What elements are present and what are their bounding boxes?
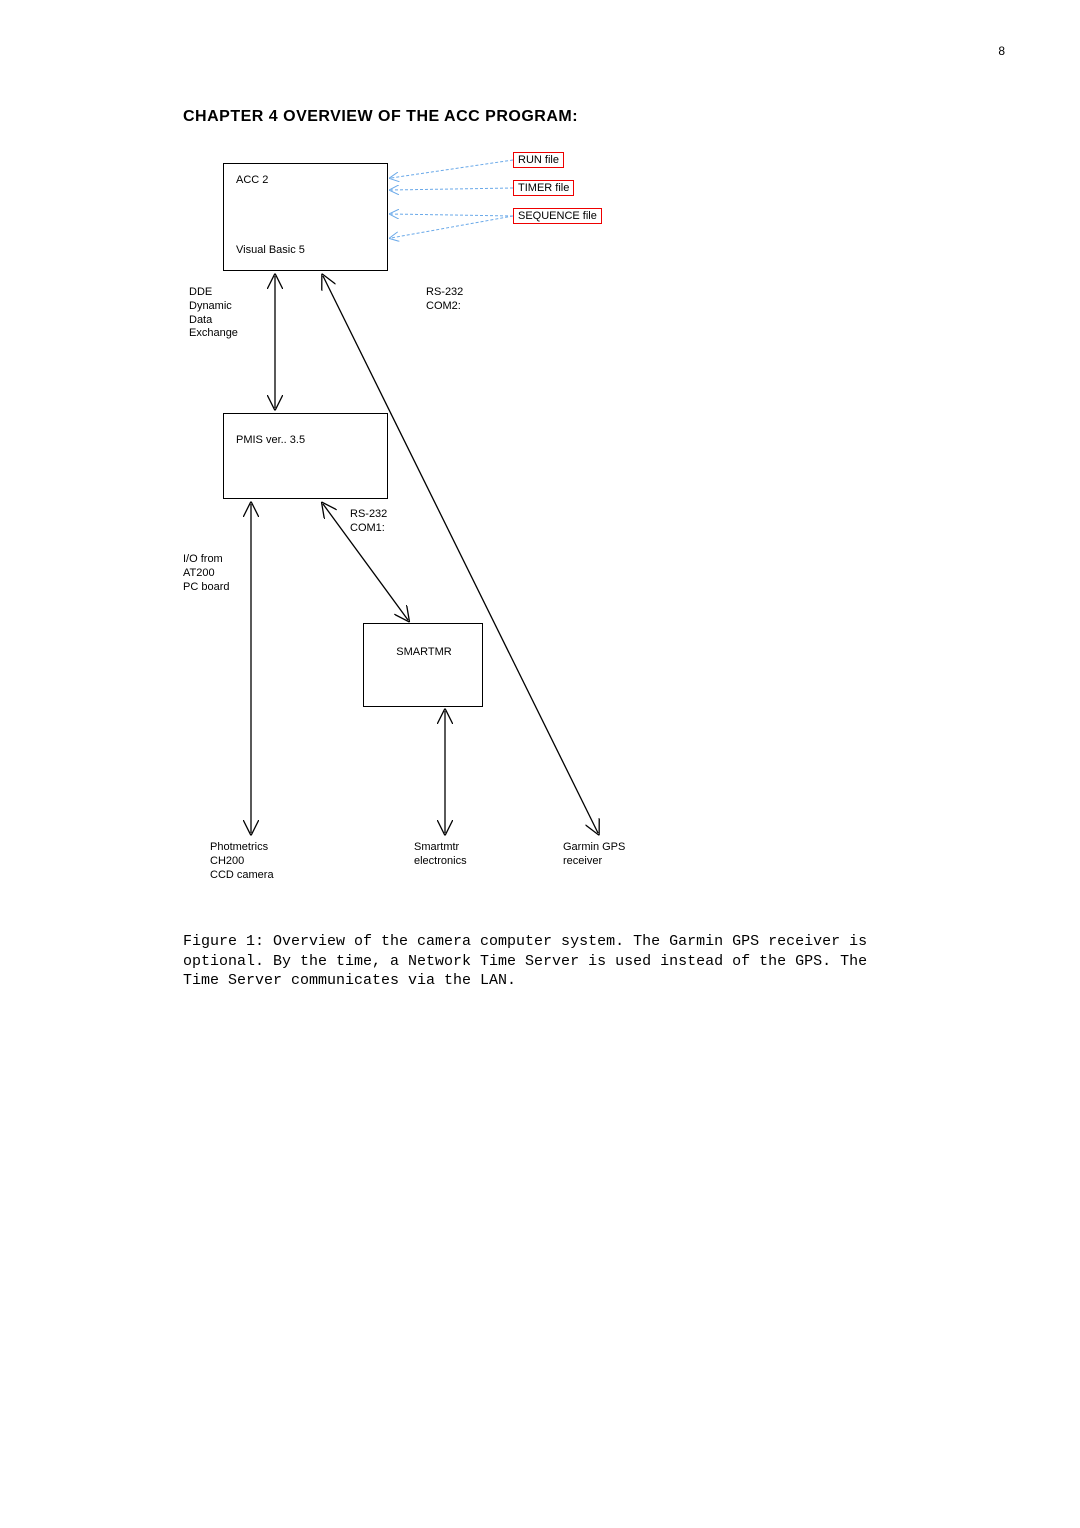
pmis-box: PMIS ver.. 3.5: [223, 413, 388, 499]
page: 8 CHAPTER 4 OVERVIEW OF THE ACC PROGRAM:: [0, 0, 1080, 1528]
pmis-title: PMIS ver.. 3.5: [236, 434, 305, 448]
photmetrics-label: Photmetrics CH200 CCD camera: [210, 841, 274, 882]
smartmr-box: SMARTMR: [363, 623, 483, 707]
run-file-box: RUN file: [513, 152, 564, 168]
smartmr-title: SMARTMR: [374, 646, 474, 660]
page-number: 8: [998, 44, 1005, 58]
io-at200-label: I/O from AT200 PC board: [183, 553, 229, 594]
overview-diagram: ACC 2 Visual Basic 5 PMIS ver.. 3.5 SMAR…: [183, 148, 903, 918]
smartmtr-electronics-label: Smartmtr electronics: [414, 841, 467, 869]
acc-title: ACC 2: [236, 174, 268, 188]
garmin-gps-label: Garmin GPS receiver: [563, 841, 625, 869]
figure-caption: Figure 1: Overview of the camera compute…: [183, 932, 903, 991]
acc-box: ACC 2 Visual Basic 5: [223, 163, 388, 271]
vb5-label: Visual Basic 5: [236, 244, 305, 258]
rs232-com2-label: RS-232 COM2:: [426, 286, 463, 314]
dde-label: DDE Dynamic Data Exchange: [189, 286, 238, 341]
timer-file-box: TIMER file: [513, 180, 574, 196]
rs232-com1-label: RS-232 COM1:: [350, 508, 387, 536]
sequence-file-box: SEQUENCE file: [513, 208, 602, 224]
chapter-heading: CHAPTER 4 OVERVIEW OF THE ACC PROGRAM:: [183, 108, 578, 126]
